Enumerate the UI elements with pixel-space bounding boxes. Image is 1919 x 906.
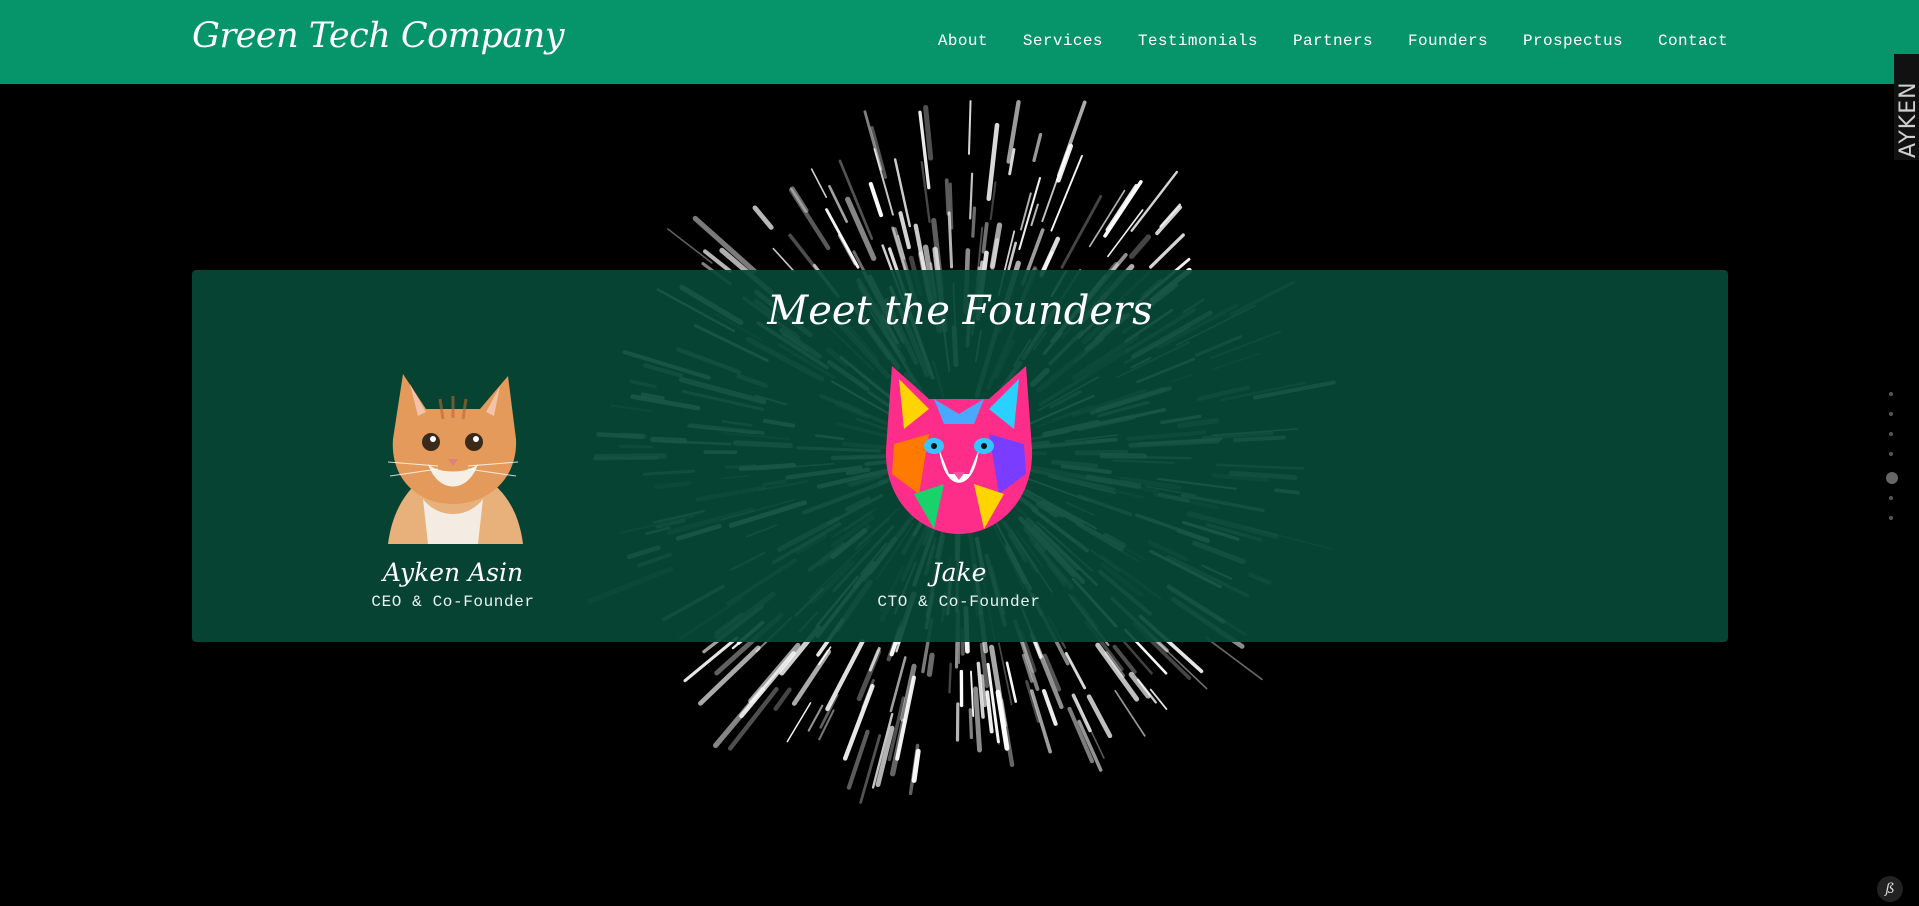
founders-panel: Meet the Founders Ayken Asin CEO & Co-Fo… xyxy=(192,270,1728,642)
nav-contact[interactable]: Contact xyxy=(1658,32,1728,50)
corner-logo[interactable]: ß xyxy=(1877,876,1903,902)
nav-about[interactable]: About xyxy=(938,32,988,50)
founder-card-ayken: Ayken Asin CEO & Co-Founder xyxy=(323,354,583,611)
starburst-streak xyxy=(948,182,954,230)
starburst-streak xyxy=(698,645,761,706)
starburst-streak xyxy=(1050,154,1083,232)
section-dot[interactable] xyxy=(1889,452,1893,456)
starburst-streak xyxy=(923,104,934,161)
starburst-streak xyxy=(810,168,828,198)
starburst-streak xyxy=(1041,689,1058,726)
founder-role: CEO & Co-Founder xyxy=(371,593,535,611)
starburst-streak xyxy=(1149,233,1185,269)
starburst-streak xyxy=(773,687,792,711)
starburst-streak xyxy=(1005,661,1018,703)
founder-name: Ayken Asin xyxy=(382,558,524,587)
starburst-streak xyxy=(989,222,1003,269)
starburst-streak xyxy=(837,233,858,266)
side-profile-tab[interactable]: AYKEN xyxy=(1894,54,1919,160)
starburst-streak xyxy=(819,693,839,729)
starburst-streak xyxy=(1136,678,1157,704)
nav-services[interactable]: Services xyxy=(1023,32,1103,50)
main-nav: About Services Testimonials Partners Fou… xyxy=(903,32,1728,50)
starburst-streak xyxy=(752,205,774,230)
starburst-streak xyxy=(971,206,977,238)
starburst-streak xyxy=(772,247,796,273)
starburst-streak xyxy=(791,649,832,706)
founder-name: Jake xyxy=(931,558,987,587)
starburst-streak xyxy=(868,181,884,218)
starburst-streak xyxy=(1032,132,1043,163)
starburst-streak xyxy=(985,690,994,734)
section-dot[interactable] xyxy=(1886,472,1898,484)
starburst-streak xyxy=(1103,180,1143,238)
starburst-streak xyxy=(1204,636,1263,681)
founder-role: CTO & Co-Founder xyxy=(877,593,1041,611)
nav-founders[interactable]: Founders xyxy=(1408,32,1488,50)
starburst-streak xyxy=(1060,194,1103,269)
starburst-streak xyxy=(969,172,974,220)
starburst-streak xyxy=(1130,170,1179,232)
starburst-streak xyxy=(666,228,713,264)
brand-logo[interactable]: Green Tech Company xyxy=(192,16,565,56)
starburst-streak xyxy=(786,702,812,743)
starburst-streak xyxy=(926,652,935,677)
section-dot[interactable] xyxy=(1889,412,1893,416)
nav-prospectus[interactable]: Prospectus xyxy=(1523,32,1623,50)
starburst-streak xyxy=(973,686,982,753)
section-dot[interactable] xyxy=(1889,392,1893,396)
side-tab-label: AYKEN xyxy=(1896,81,1919,158)
starburst-streak xyxy=(828,184,849,223)
starburst-streak xyxy=(1088,189,1126,248)
site-header: Green Tech Company About Services Testim… xyxy=(0,0,1919,84)
starburst-streak xyxy=(788,187,831,251)
founder-card-jake: Jake CTO & Co-Founder xyxy=(829,354,1089,611)
starburst-streak xyxy=(944,178,951,216)
starburst-streak xyxy=(1121,639,1153,675)
starburst-streak xyxy=(1067,706,1094,764)
starburst-streak xyxy=(1155,205,1183,236)
starburst-streak xyxy=(1064,651,1087,690)
starburst-streak xyxy=(948,662,952,694)
starburst-streak xyxy=(1128,234,1152,260)
starburst-streak xyxy=(1018,176,1042,251)
section-dot[interactable] xyxy=(1889,496,1893,500)
starburst-streak xyxy=(870,125,888,179)
colorful-cat-portrait xyxy=(885,366,1033,534)
section-dot[interactable] xyxy=(1889,432,1893,436)
starburst-streak xyxy=(968,708,974,740)
nav-partners[interactable]: Partners xyxy=(1293,32,1373,50)
starburst-streak xyxy=(967,100,972,155)
nav-testimonials[interactable]: Testimonials xyxy=(1138,32,1258,50)
section-nav-dots xyxy=(1886,392,1898,536)
starburst-streak xyxy=(838,159,874,241)
starburst-streak xyxy=(1114,689,1146,737)
orange-kitten-portrait xyxy=(387,374,523,544)
section-dot[interactable] xyxy=(1889,516,1893,520)
section-title: Meet the Founders xyxy=(767,288,1153,334)
starburst-streak xyxy=(1056,100,1087,178)
starburst-streak xyxy=(1086,694,1113,739)
starburst-streak xyxy=(981,221,989,254)
